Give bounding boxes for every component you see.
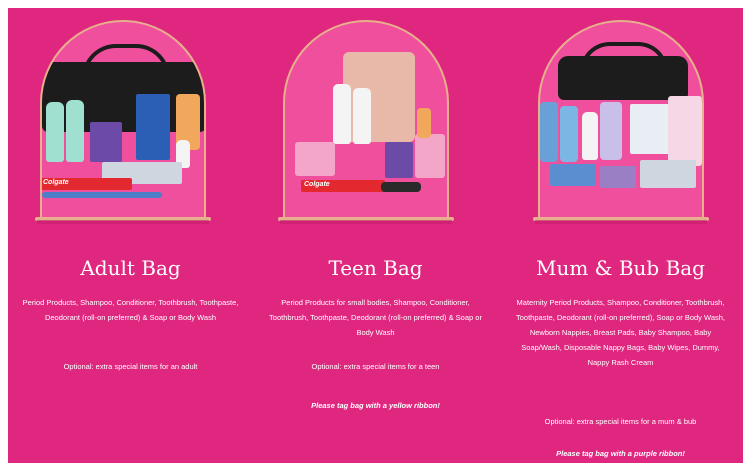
adult-bag-card: Colgate Adult Bag Period Products, Shamp… — [8, 8, 253, 463]
black-tote-bag — [558, 56, 688, 100]
pads-pack — [385, 142, 413, 178]
period-products-box — [295, 142, 335, 176]
pads-pack — [136, 94, 170, 160]
teen-bag-description: Period Products for small bodies, Shampo… — [269, 298, 482, 337]
mum-bub-bag-description: Maternity Period Products, Shampoo, Cond… — [516, 298, 725, 367]
body-wash-bottle — [417, 108, 431, 138]
shampoo-bottle — [333, 84, 351, 144]
teen-bag-card: Colgate Teen Bag Period Products for sma… — [253, 8, 498, 463]
conditioner-bottle — [66, 100, 84, 162]
shampoo-bottle — [46, 102, 64, 162]
mum-bub-bag-ribbon-note: Please tag bag with a purple ribbon! — [556, 449, 685, 458]
toothpaste-tube: Colgate — [42, 178, 132, 190]
adult-bag-optional: Optional: extra special items for an adu… — [63, 362, 198, 371]
adult-bag-description: Period Products, Shampoo, Conditioner, T… — [22, 298, 239, 322]
mum-bub-bag-card: Mum & Bub Bag Maternity Period Products,… — [498, 8, 743, 463]
baby-wash — [600, 102, 622, 160]
teen-bag-image: Colgate — [283, 20, 449, 220]
mum-bub-bag-title: Mum & Bub Bag — [535, 256, 705, 280]
period-products-box — [600, 166, 636, 188]
adult-bag-image: Colgate — [40, 20, 206, 220]
arch-shadow — [37, 220, 209, 224]
nappy-bags — [640, 160, 696, 188]
mum-bub-bag-image — [538, 20, 704, 220]
conditioner-bottle — [560, 106, 578, 162]
shampoo-bottle — [540, 102, 558, 162]
arch-shadow — [280, 220, 452, 224]
teen-bag-title: Teen Bag — [328, 256, 423, 280]
wipes-pack — [550, 164, 596, 186]
arch-shadow — [535, 220, 707, 224]
deodorant — [381, 182, 421, 192]
soap-bar — [415, 134, 445, 178]
bags-section: Colgate Adult Bag Period Products, Shamp… — [8, 8, 743, 463]
toothbrush — [42, 192, 162, 198]
period-products-box — [90, 122, 122, 162]
conditioner-bottle — [353, 88, 371, 144]
teen-bag-ribbon-note: Please tag bag with a yellow ribbon! — [311, 401, 440, 410]
teen-bag-optional: Optional: extra special items for a teen — [311, 362, 440, 371]
baby-shampoo — [582, 112, 598, 160]
mum-bub-bag-optional: Optional: extra special items for a mum … — [544, 417, 697, 426]
breast-pads — [668, 96, 702, 166]
adult-bag-title: Adult Bag — [80, 256, 181, 280]
nappies-pack — [630, 104, 670, 154]
toothpaste-tube: Colgate — [301, 180, 385, 192]
